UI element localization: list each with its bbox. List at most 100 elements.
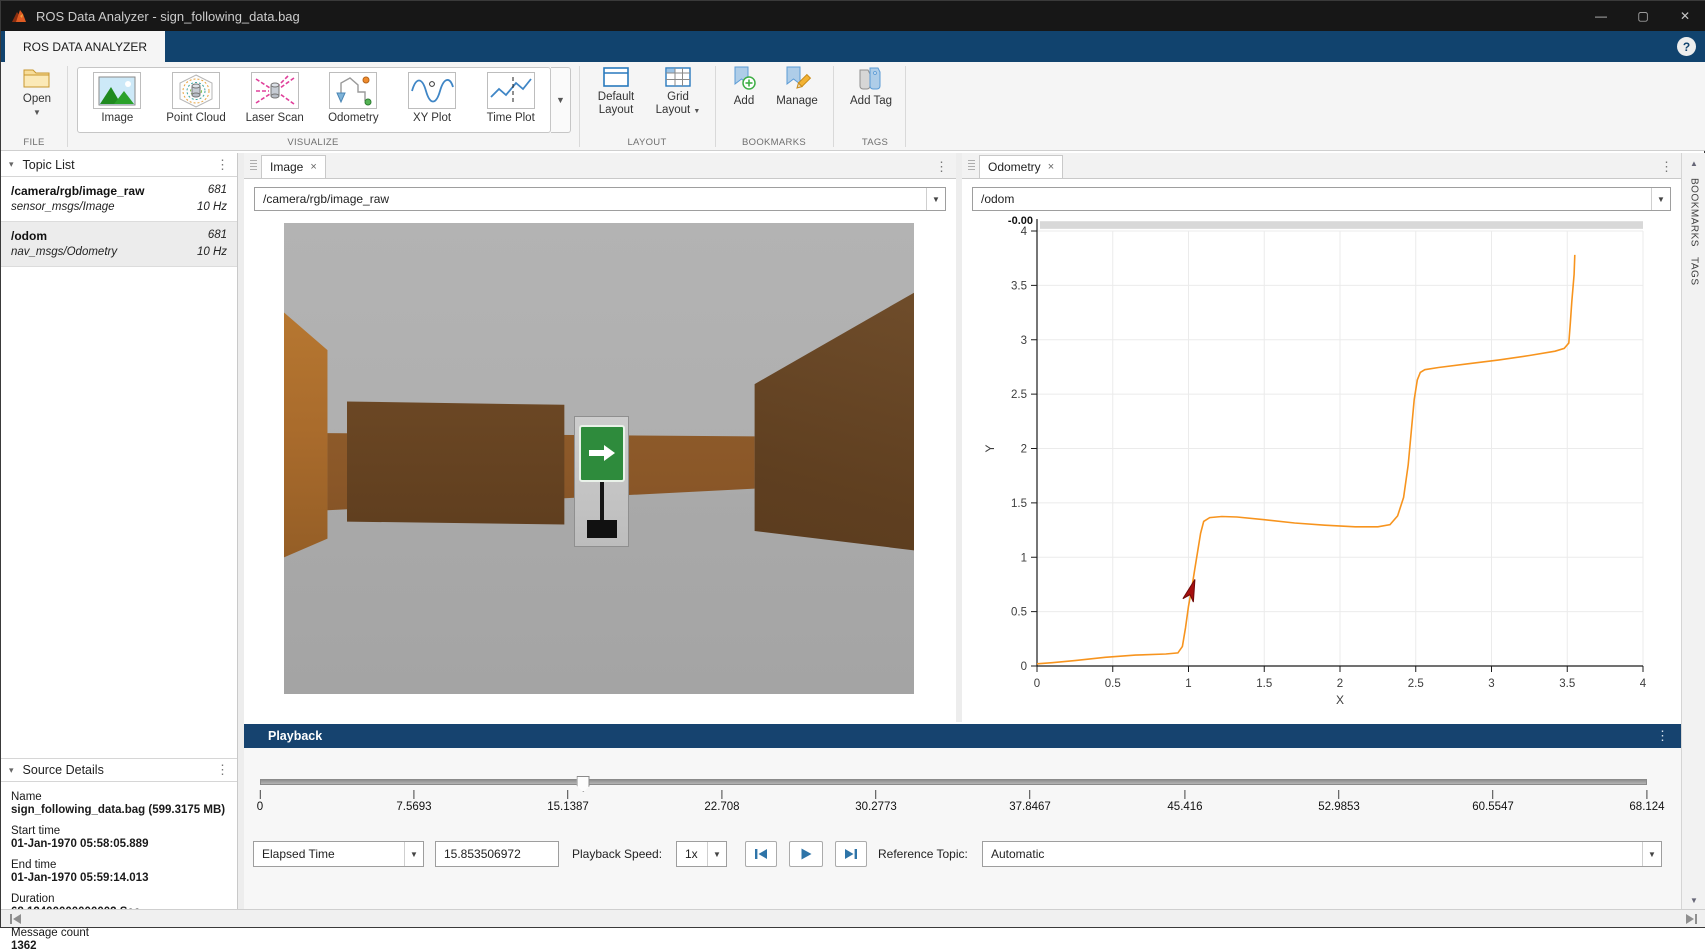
step-forward-button[interactable] xyxy=(835,841,867,867)
time-value-input[interactable]: 15.853506972 xyxy=(435,841,559,867)
chevron-down-icon[interactable]: ▼ xyxy=(926,188,945,210)
section-label-layout: LAYOUT xyxy=(627,137,666,148)
add-bookmark-button[interactable]: Add xyxy=(723,66,765,108)
sign-board xyxy=(574,416,629,547)
chevron-down-icon[interactable]: ▼ xyxy=(1642,842,1661,866)
topic-count: 681 xyxy=(208,229,227,243)
svg-text:1: 1 xyxy=(1185,678,1191,690)
svg-text:4: 4 xyxy=(1021,226,1028,238)
odometry-xy-chart[interactable]: 00.511.522.533.5400.511.522.533.54XY-0.0… xyxy=(962,211,1681,731)
topic-list-title: Topic List xyxy=(23,158,75,172)
reference-topic-select[interactable]: Automatic ▼ xyxy=(982,841,1662,867)
topic-row-odom[interactable]: /odom681 nav_msgs/Odometry10 Hz xyxy=(1,222,237,267)
visualize-point-cloud-button[interactable]: Point Cloud xyxy=(157,68,236,132)
visualize-odometry-button[interactable]: Odometry xyxy=(314,68,393,132)
topic-name: /odom xyxy=(11,229,47,243)
svg-text:Y: Y xyxy=(983,444,997,452)
drag-handle-icon[interactable] xyxy=(968,160,975,172)
odometry-topic-select[interactable]: /odom ▼ xyxy=(972,187,1671,211)
field-value: sign_following_data.bag (599.3175 MB) xyxy=(11,804,227,816)
svg-text:0: 0 xyxy=(1021,661,1027,673)
rail-tab-bookmarks[interactable]: BOOKMARKS xyxy=(1689,178,1700,247)
svg-text:3: 3 xyxy=(1021,335,1027,347)
add-tag-label: Add Tag xyxy=(850,95,892,108)
timeline-tick: 37.8467 xyxy=(1009,790,1051,813)
section-label-visualize: VISUALIZE xyxy=(287,137,338,148)
tab-ros-data-analyzer[interactable]: ROS DATA ANALYZER xyxy=(5,31,165,62)
chevron-down-icon[interactable]: ▼ xyxy=(1682,896,1705,905)
playback-slider-track[interactable] xyxy=(260,779,1647,785)
drag-handle-icon[interactable] xyxy=(250,160,257,172)
section-label-bookmarks: BOOKMARKS xyxy=(742,137,806,148)
gallery-expand-button[interactable]: ▼ xyxy=(551,67,571,133)
kebab-menu-icon[interactable]: ⋮ xyxy=(1660,162,1673,172)
maximize-button[interactable]: ▢ xyxy=(1622,1,1664,31)
close-icon[interactable]: × xyxy=(1048,161,1054,173)
close-button[interactable]: ✕ xyxy=(1664,1,1705,31)
sign-post xyxy=(600,482,605,523)
collapse-icon[interactable]: ▾ xyxy=(9,765,14,776)
tab-odometry[interactable]: Odometry × xyxy=(979,155,1063,178)
svg-text:2.5: 2.5 xyxy=(1011,389,1027,401)
manage-bookmarks-label: Manage xyxy=(776,95,818,108)
image-topic-select[interactable]: /camera/rgb/image_raw ▼ xyxy=(254,187,946,211)
title-bar: ROS Data Analyzer - sign_following_data.… xyxy=(1,1,1705,31)
grid-layout-button[interactable]: Grid Layout ▼ xyxy=(649,66,707,117)
chevron-down-icon[interactable]: ▼ xyxy=(707,842,726,866)
topic-rate: 10 Hz xyxy=(197,201,227,213)
timeline-tick: 22.708 xyxy=(704,790,739,813)
play-icon xyxy=(800,848,812,860)
visualize-image-button[interactable]: Image xyxy=(78,68,157,132)
laser-scan-icon xyxy=(251,72,299,109)
open-button[interactable]: Open ▼ xyxy=(11,66,63,117)
section-label-file: FILE xyxy=(23,137,44,148)
reference-topic-value: Automatic xyxy=(991,847,1044,861)
minimize-button[interactable]: — xyxy=(1580,1,1622,31)
help-icon[interactable]: ? xyxy=(1677,37,1696,56)
svg-text:1: 1 xyxy=(1021,552,1027,564)
svg-text:0.5: 0.5 xyxy=(1105,678,1121,690)
add-bookmark-label: Add xyxy=(734,95,754,108)
chevron-down-icon[interactable]: ▼ xyxy=(404,842,423,866)
close-icon[interactable]: × xyxy=(310,161,316,173)
add-tag-icon xyxy=(856,66,886,92)
topic-row-camera[interactable]: /camera/rgb/image_raw681 sensor_msgs/Ima… xyxy=(1,177,237,222)
tab-image[interactable]: Image × xyxy=(261,155,326,178)
reference-topic-label: Reference Topic: xyxy=(878,847,968,861)
svg-text:0: 0 xyxy=(1034,678,1040,690)
kebab-menu-icon[interactable]: ⋮ xyxy=(216,765,229,775)
visualize-xy-plot-button[interactable]: XY Plot xyxy=(393,68,472,132)
visualize-laser-scan-button[interactable]: Laser Scan xyxy=(235,68,314,132)
default-layout-button[interactable]: Default Layout xyxy=(589,66,643,117)
collapse-icon[interactable]: ▾ xyxy=(9,159,14,170)
collapse-left-icon[interactable] xyxy=(9,913,23,925)
default-layout-icon xyxy=(603,66,629,88)
collapse-right-icon[interactable] xyxy=(1684,913,1698,925)
time-mode-select[interactable]: Elapsed Time ▼ xyxy=(253,841,424,867)
field-value: 01-Jan-1970 05:59:14.013 xyxy=(11,872,227,884)
playback-panel: Playback ⋮ 0 7.5693 15.1387 22.708 30.27… xyxy=(244,724,1681,911)
kebab-menu-icon[interactable]: ⋮ xyxy=(935,162,948,172)
kebab-menu-icon[interactable]: ⋮ xyxy=(1656,731,1669,741)
gallery-label: XY Plot xyxy=(413,112,451,124)
topic-rate: 10 Hz xyxy=(197,246,227,258)
chevron-down-icon[interactable]: ▼ xyxy=(33,109,41,117)
detail-field-start-time: Start time 01-Jan-1970 05:58:05.889 xyxy=(1,825,237,850)
image-panel-tabbar: Image × ⋮ xyxy=(244,153,956,179)
add-tag-button[interactable]: Add Tag xyxy=(845,66,897,108)
step-back-icon xyxy=(754,848,768,860)
odometry-panel-tabbar: Odometry × ⋮ xyxy=(962,153,1681,179)
rail-tab-tags[interactable]: TAGS xyxy=(1689,257,1700,285)
visualize-time-plot-button[interactable]: Time Plot xyxy=(471,68,550,132)
sign-base xyxy=(587,520,617,538)
play-button[interactable] xyxy=(789,841,823,867)
kebab-menu-icon[interactable]: ⋮ xyxy=(216,160,229,170)
detail-field-end-time: End time 01-Jan-1970 05:59:14.013 xyxy=(1,859,237,884)
speed-select[interactable]: 1x ▼ xyxy=(676,841,727,867)
manage-bookmarks-button[interactable]: Manage xyxy=(769,66,825,108)
chevron-down-icon[interactable]: ▼ xyxy=(1651,188,1670,210)
section-divider xyxy=(905,66,906,147)
chevron-up-icon[interactable]: ▲ xyxy=(1682,159,1705,168)
svg-text:3.5: 3.5 xyxy=(1011,280,1027,292)
step-back-button[interactable] xyxy=(745,841,777,867)
